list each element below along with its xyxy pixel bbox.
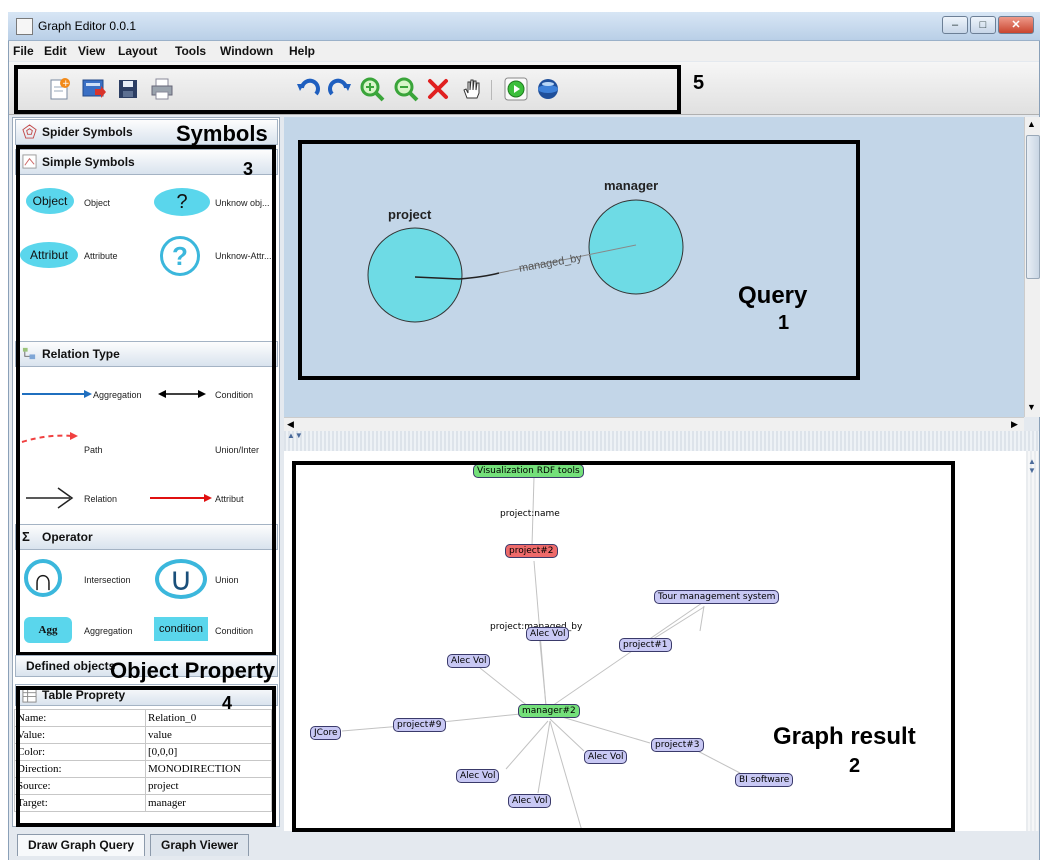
result-callout-number: 2 bbox=[849, 755, 861, 777]
tab-graph-viewer[interactable]: Graph Viewer bbox=[150, 834, 250, 856]
property-callout-box bbox=[16, 686, 276, 827]
menu-bar: File Edit View Layout Tools Windown Help bbox=[9, 41, 1039, 61]
window-title: Graph Editor 0.0.1 bbox=[38, 19, 137, 33]
menu-file[interactable]: File bbox=[13, 44, 34, 58]
menu-layout[interactable]: Layout bbox=[118, 44, 157, 58]
result-vertical-scrollbar[interactable]: ▲ ▼ bbox=[1026, 451, 1039, 831]
query-callout-box bbox=[298, 140, 860, 380]
minimize-button[interactable]: – bbox=[942, 16, 968, 34]
symbols-callout-box bbox=[16, 145, 276, 656]
tab-draw-graph-query[interactable]: Draw Graph Query bbox=[17, 834, 146, 856]
symbols-annotation: Symbols bbox=[176, 121, 268, 146]
toolbar-callout-box bbox=[14, 65, 681, 114]
query-vertical-scrollbar[interactable]: ▲ ▼ bbox=[1024, 117, 1040, 417]
scroll-right-icon[interactable]: ▶ bbox=[1011, 419, 1018, 430]
toolbar-callout-number: 5 bbox=[693, 72, 705, 94]
maximize-button[interactable]: □ bbox=[970, 16, 996, 34]
menu-windown[interactable]: Windown bbox=[220, 44, 273, 58]
spider-web-icon bbox=[22, 124, 37, 139]
object-property-annotation: Object Property bbox=[110, 658, 276, 683]
menu-view[interactable]: View bbox=[78, 44, 105, 58]
menu-help[interactable]: Help bbox=[289, 44, 315, 58]
title-bar: Graph Editor 0.0.1 – □ ✕ bbox=[8, 12, 1040, 41]
split-pane-divider[interactable]: ▲▼ bbox=[284, 431, 1039, 451]
query-callout-number: 1 bbox=[778, 312, 790, 334]
close-button[interactable]: ✕ bbox=[998, 16, 1034, 34]
menu-edit[interactable]: Edit bbox=[44, 44, 67, 58]
scroll-left-icon[interactable]: ◀ bbox=[287, 419, 294, 430]
query-annotation: Query bbox=[738, 282, 808, 309]
spider-symbols-label: Spider Symbols bbox=[42, 125, 133, 139]
result-annotation: Graph result bbox=[773, 723, 916, 750]
query-horizontal-scrollbar[interactable]: ◀ ▶ bbox=[284, 417, 1024, 432]
app-icon bbox=[16, 18, 33, 35]
scroll-up-icon[interactable]: ▲ bbox=[1027, 119, 1036, 129]
divider-arrows-icon[interactable]: ▲▼ bbox=[287, 431, 303, 440]
bottom-tab-bar: Draw Graph Query Graph Viewer bbox=[9, 832, 1039, 860]
defined-objects-label: Defined objects bbox=[26, 659, 116, 673]
collapse-arrows-icon[interactable]: ▲ ▼ bbox=[1028, 457, 1036, 475]
scroll-down-icon[interactable]: ▼ bbox=[1027, 402, 1036, 412]
query-scroll-thumb[interactable] bbox=[1026, 135, 1040, 279]
menu-tools[interactable]: Tools bbox=[175, 44, 206, 58]
